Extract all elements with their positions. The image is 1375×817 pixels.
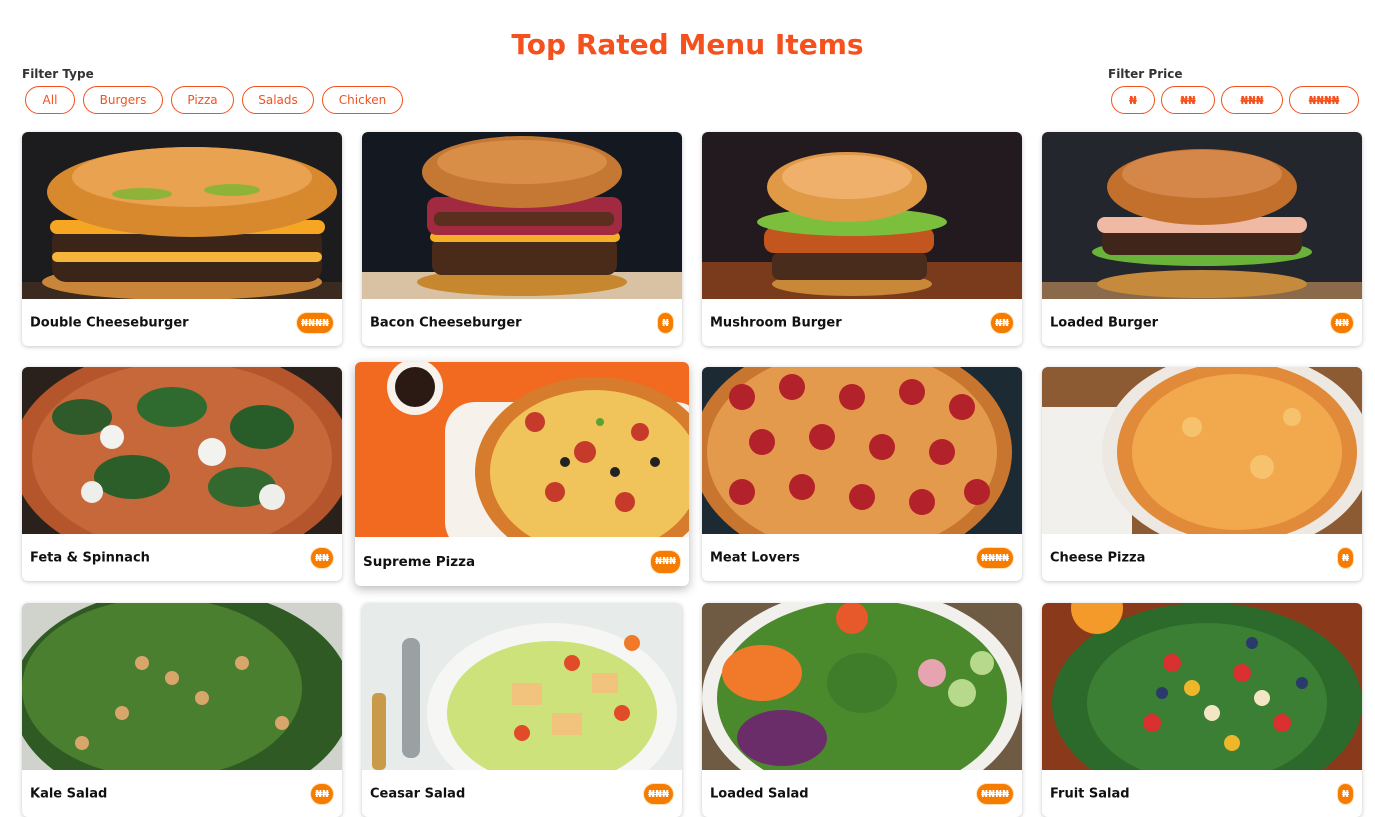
item-name: Loaded Salad [710, 786, 809, 801]
page-title: Top Rated Menu Items [511, 28, 864, 61]
item-name: Kale Salad [30, 786, 108, 801]
filter-price-4-label: ₦₦₦₦ [1308, 93, 1340, 107]
price-badge: ₦ [1337, 782, 1354, 805]
salad-image [1042, 603, 1362, 770]
price-badge: ₦₦ [310, 546, 334, 569]
filter-price-group: Filter Price ₦ ₦₦ ₦₦₦ ₦₦₦₦ [1108, 66, 1359, 114]
filter-type-salads-button[interactable]: Salads [242, 86, 314, 114]
filter-price-1-button[interactable]: ₦ [1111, 86, 1155, 114]
pizza-image [702, 367, 1022, 534]
price-badge: ₦₦₦₦ [976, 546, 1014, 569]
burger-image [22, 132, 342, 299]
salad-image [702, 603, 1022, 770]
menu-card[interactable]: Meat Lovers ₦₦₦₦ [702, 367, 1022, 581]
price-badge: ₦ [657, 311, 674, 334]
price-badge: ₦₦₦₦ [976, 782, 1014, 805]
pizza-image [1042, 367, 1362, 534]
pizza-image [355, 362, 689, 537]
menu-card[interactable]: Mushroom Burger ₦₦ [702, 132, 1022, 346]
item-name: Bacon Cheeseburger [370, 315, 522, 330]
menu-card[interactable]: Feta & Spinnach ₦₦ [22, 367, 342, 581]
item-name: Loaded Burger [1050, 315, 1159, 330]
salad-image [22, 603, 342, 770]
price-badge: ₦₦₦₦ [296, 311, 334, 334]
menu-card[interactable]: Cheese Pizza ₦ [1042, 367, 1362, 581]
filter-type-burgers-button[interactable]: Burgers [83, 86, 163, 114]
price-badge: ₦ [1337, 546, 1354, 569]
filter-type-label: Filter Type [22, 67, 94, 81]
filter-price-2-button[interactable]: ₦₦ [1161, 86, 1215, 114]
pizza-image [22, 367, 342, 534]
price-badge: ₦₦₦ [643, 782, 674, 805]
burger-image [362, 132, 682, 299]
filter-type-group: Filter Type All Burgers Pizza Salads Chi… [22, 66, 403, 114]
filter-price-label: Filter Price [1108, 67, 1183, 81]
price-badge: ₦₦ [1330, 311, 1354, 334]
menu-card[interactable]: Kale Salad ₦₦ [22, 603, 342, 817]
menu-card[interactable]: Fruit Salad ₦ [1042, 603, 1362, 817]
filter-type-all-button[interactable]: All [25, 86, 75, 114]
price-badge: ₦₦ [990, 311, 1014, 334]
item-name: Double Cheeseburger [30, 315, 189, 330]
menu-card[interactable]: Loaded Salad ₦₦₦₦ [702, 603, 1022, 817]
item-name: Mushroom Burger [710, 315, 842, 330]
filter-type-chicken-button[interactable]: Chicken [322, 86, 403, 114]
item-name: Feta & Spinnach [30, 550, 150, 565]
filter-type-pizza-button[interactable]: Pizza [171, 86, 234, 114]
salad-image [362, 603, 682, 770]
menu-card-highlighted[interactable]: Supreme Pizza ₦₦₦ [355, 362, 689, 586]
filter-price-3-label: ₦₦₦ [1240, 93, 1264, 107]
item-name: Ceasar Salad [370, 786, 466, 801]
filter-price-1-label: ₦ [1129, 93, 1137, 107]
menu-card[interactable]: Ceasar Salad ₦₦₦ [362, 603, 682, 817]
menu-card[interactable]: Loaded Burger ₦₦ [1042, 132, 1362, 346]
menu-card[interactable]: Bacon Cheeseburger ₦ [362, 132, 682, 346]
filter-price-4-button[interactable]: ₦₦₦₦ [1289, 86, 1359, 114]
burger-image [1042, 132, 1362, 299]
filter-price-3-button[interactable]: ₦₦₦ [1221, 86, 1283, 114]
price-badge: ₦₦₦ [650, 549, 681, 574]
price-badge: ₦₦ [310, 782, 334, 805]
item-name: Supreme Pizza [363, 553, 476, 570]
item-name: Meat Lovers [710, 550, 800, 565]
filter-price-2-label: ₦₦ [1180, 93, 1196, 107]
item-name: Fruit Salad [1050, 786, 1130, 801]
burger-image [702, 132, 1022, 299]
menu-card[interactable]: Double Cheeseburger ₦₦₦₦ [22, 132, 342, 346]
item-name: Cheese Pizza [1050, 550, 1146, 565]
